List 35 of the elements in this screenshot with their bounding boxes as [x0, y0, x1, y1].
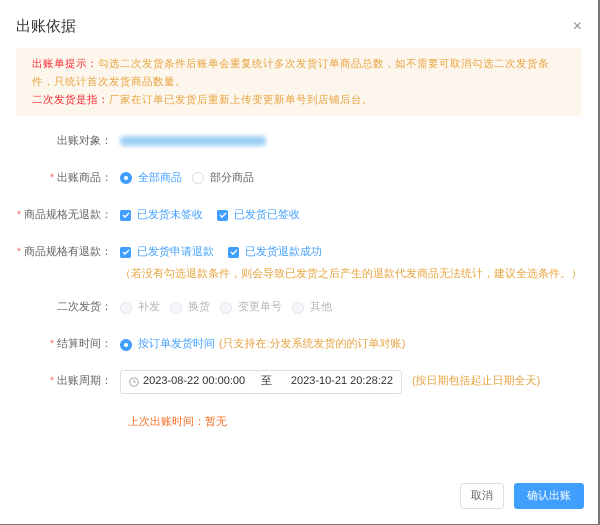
clock-icon — [129, 376, 139, 386]
check-icon — [230, 248, 238, 256]
required-mark: * — [50, 337, 54, 352]
checkbox-option[interactable]: 已发货未签收 — [120, 206, 203, 224]
date-range-field[interactable]: 2023-08-22 00:00:00 至 2023-10-21 20:28:22 — [120, 370, 402, 394]
cancel-button[interactable]: 取消 — [460, 483, 504, 509]
field-label: 结算时间： — [57, 337, 112, 352]
required-mark: * — [16, 208, 21, 223]
hint-text: (按日期包括起止日期全天) — [412, 374, 540, 390]
check-icon — [218, 211, 226, 219]
checkbox-option[interactable]: 已发货申请退款 — [120, 244, 214, 260]
check-icon — [122, 211, 130, 219]
field-label: 出账周期： — [57, 374, 112, 390]
hint-text: (只支持在:分发系统发货的的订单对账) — [219, 336, 406, 352]
radio-option[interactable]: 部分商品 — [192, 170, 254, 186]
dialog-title: 出账依据 — [16, 16, 76, 37]
field-label: 二次发货： — [57, 300, 112, 316]
notice-text: 二次发货是指：厂家在订单已发货后重新上传变更新单号到店铺后台。 — [32, 93, 374, 108]
notice-text: 出账单提示：勾选二次发货条件后账单会重复统计多次发货订单商品总数，如不需要可取消勾选二次发货条件，只统计首次发货商品数量。 — [32, 57, 550, 90]
check-icon — [122, 248, 130, 256]
field-label: 出账对象： — [57, 134, 112, 149]
field-label: 出账商品： — [57, 170, 112, 186]
close-button[interactable]: × — [572, 19, 582, 35]
required-mark: * — [50, 170, 54, 186]
required-mark: * — [50, 374, 54, 390]
checkbox-option[interactable]: 已发货已签收 — [217, 206, 300, 224]
field-label: 商品规格无退款： — [24, 208, 112, 223]
field-label: 商品规格有退款： — [24, 244, 112, 260]
confirm-button[interactable]: 确认出账 — [514, 483, 584, 509]
note-text: （若没有勾选退款条件，则会导致已发货之后产生的退款代发商品无法统计，建议全选条件。） — [120, 266, 583, 282]
required-mark: * — [16, 244, 21, 260]
checkbox-option[interactable]: 已发货退款成功 — [228, 244, 322, 260]
last-billing-text: 上次出账时间：暂无 — [128, 414, 228, 430]
radio-option[interactable]: 按订单发货时间 — [120, 336, 215, 353]
radio-option[interactable]: 全部商品 — [120, 170, 182, 186]
